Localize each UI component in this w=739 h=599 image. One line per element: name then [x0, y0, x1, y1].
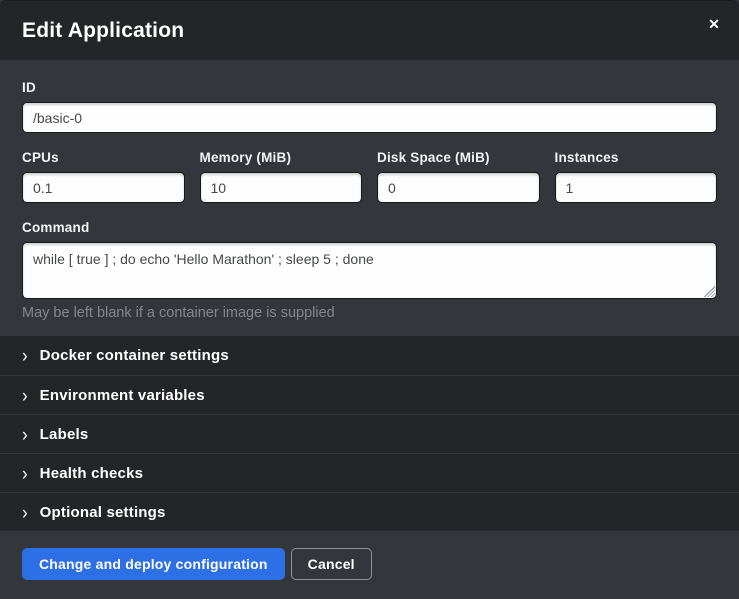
id-field-group: ID: [22, 80, 717, 133]
memory-label: Memory (MiB): [200, 150, 363, 165]
instances-label: Instances: [555, 150, 718, 165]
accordion-label: Health checks: [40, 465, 143, 482]
modal-title: Edit Application: [22, 19, 184, 43]
accordion-label: Docker container settings: [40, 347, 229, 364]
edit-application-modal: Edit Application ✕ ID CPUs Memory (MiB) …: [0, 0, 739, 599]
command-textarea-wrap: while [ true ] ; do echo 'Hello Marathon…: [22, 242, 717, 299]
chevron-right-icon: ›: [22, 346, 28, 366]
disk-input[interactable]: [377, 172, 540, 203]
memory-input[interactable]: [200, 172, 363, 203]
cpus-field-group: CPUs: [22, 150, 185, 203]
id-input[interactable]: [22, 102, 717, 133]
cpus-label: CPUs: [22, 150, 185, 165]
accordion-docker-container-settings[interactable]: › Docker container settings: [0, 336, 739, 375]
resize-handle[interactable]: [704, 286, 715, 297]
id-label: ID: [22, 80, 717, 95]
command-textarea[interactable]: while [ true ] ; do echo 'Hello Marathon…: [22, 242, 717, 299]
submit-button[interactable]: Change and deploy configuration: [22, 548, 285, 580]
instances-field-group: Instances: [555, 150, 718, 203]
instances-input[interactable]: [555, 172, 718, 203]
close-button[interactable]: ✕: [703, 13, 725, 35]
accordion-label: Environment variables: [40, 387, 205, 404]
accordion-label: Optional settings: [40, 504, 166, 521]
modal-body: ID CPUs Memory (MiB) Disk Space (MiB) In…: [0, 60, 739, 336]
chevron-right-icon: ›: [22, 385, 28, 405]
accordion-labels[interactable]: › Labels: [0, 414, 739, 453]
command-field-group: Command while [ true ] ; do echo 'Hello …: [22, 220, 717, 321]
chevron-right-icon: ›: [22, 463, 28, 483]
accordion-optional-settings[interactable]: › Optional settings: [0, 492, 739, 531]
memory-field-group: Memory (MiB): [200, 150, 363, 203]
disk-field-group: Disk Space (MiB): [377, 150, 540, 203]
modal-header: Edit Application ✕: [0, 0, 739, 60]
command-label: Command: [22, 220, 717, 235]
chevron-right-icon: ›: [22, 424, 28, 444]
disk-label: Disk Space (MiB): [377, 150, 540, 165]
accordion-environment-variables[interactable]: › Environment variables: [0, 375, 739, 414]
command-help-text: May be left blank if a container image i…: [22, 305, 717, 321]
cpus-input[interactable]: [22, 172, 185, 203]
accordion-health-checks[interactable]: › Health checks: [0, 453, 739, 492]
cancel-button[interactable]: Cancel: [291, 548, 372, 580]
accordion-sections: › Docker container settings › Environmen…: [0, 336, 739, 531]
resources-row: CPUs Memory (MiB) Disk Space (MiB) Insta…: [22, 150, 717, 220]
chevron-right-icon: ›: [22, 502, 28, 522]
modal-footer: Change and deploy configuration Cancel: [0, 531, 739, 599]
accordion-label: Labels: [40, 426, 89, 443]
close-icon: ✕: [708, 16, 720, 32]
